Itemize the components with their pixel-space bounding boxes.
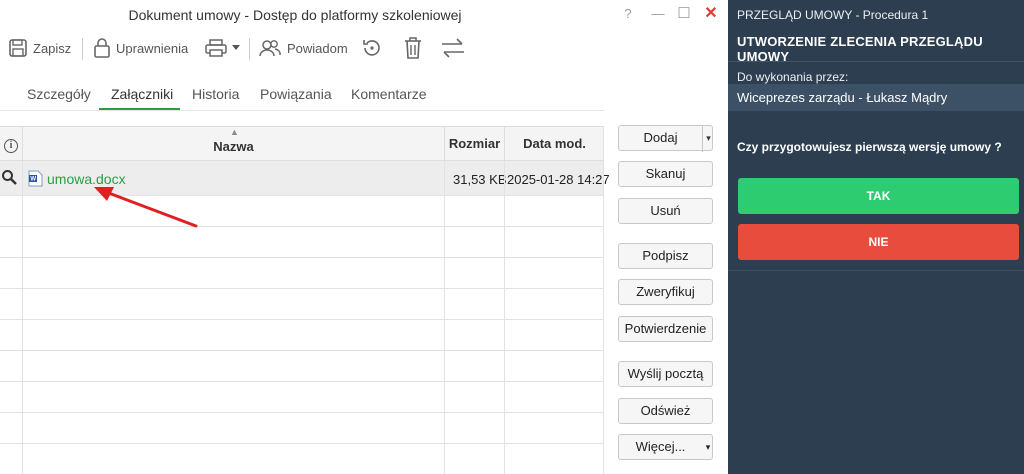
name-column-header[interactable]: ▲ Nazwa — [22, 127, 444, 161]
panel-divider — [728, 270, 1024, 271]
size-column-header[interactable]: Rozmiar — [444, 127, 504, 161]
procedure-header: PRZEGLĄD UMOWY - Procedura 1 — [737, 8, 929, 22]
tab-attachments[interactable]: Załączniki — [99, 80, 180, 110]
window-title: Dokument umowy - Dostęp do platformy szk… — [128, 7, 462, 23]
printer-icon — [204, 38, 228, 58]
column-divider — [22, 161, 23, 474]
tab-divider — [0, 110, 604, 111]
table-row — [0, 413, 604, 444]
procedure-step-title: UTWORZENIE ZLECENIA PRZEGLĄDU UMOWY — [737, 34, 983, 64]
tab-relations[interactable]: Powiązania — [260, 80, 332, 110]
table-row — [0, 258, 604, 289]
add-dropdown-toggle[interactable]: ▾ — [702, 126, 714, 152]
no-button[interactable]: NIE — [738, 224, 1019, 260]
save-label: Zapisz — [33, 40, 72, 56]
send-by-mail-button[interactable]: Wyślij pocztą — [618, 361, 713, 387]
trash-icon — [403, 36, 423, 60]
sign-button[interactable]: Podpisz — [618, 243, 713, 269]
more-button-label: Więcej... — [635, 439, 686, 454]
maximize-button[interactable]: ☐ — [674, 4, 694, 24]
info-icon: i — [4, 139, 18, 153]
close-button[interactable]: ✕ — [701, 4, 721, 24]
tab-details[interactable]: Szczegóły — [27, 80, 91, 110]
table-row — [0, 320, 604, 351]
print-button[interactable] — [204, 32, 240, 64]
transfer-button[interactable] — [440, 32, 466, 64]
permissions-label: Uprawnienia — [116, 40, 189, 56]
save-button[interactable]: Zapisz — [8, 32, 71, 64]
permissions-button[interactable]: Uprawnienia — [93, 32, 188, 64]
document-window: Dokument umowy - Dostęp do platformy szk… — [0, 0, 727, 474]
table-row — [0, 382, 604, 413]
history-revert-button[interactable] — [361, 32, 383, 64]
yes-button[interactable]: TAK — [738, 178, 1019, 214]
panel-divider — [728, 61, 1024, 62]
toolbar: Zapisz Uprawnienia Powiadom — [0, 30, 727, 66]
add-button-label: Dodaj — [643, 130, 678, 145]
procedure-panel: PRZEGLĄD UMOWY - Procedura 1 UTWORZENIE … — [728, 0, 1024, 474]
table-row — [0, 289, 604, 320]
file-size: 31,53 KB — [453, 172, 507, 187]
tab-bar: Szczegóły Załączniki Historia Powiązania… — [0, 80, 600, 110]
users-icon — [258, 38, 282, 58]
minimize-button[interactable]: — — [648, 4, 668, 24]
table-header: i ▲ Nazwa Rozmiar Data mod. — [0, 127, 604, 161]
table-border — [603, 127, 604, 474]
confirmation-button[interactable]: Potwierdzenie — [618, 316, 713, 342]
column-divider — [444, 161, 445, 474]
floppy-disk-icon — [8, 38, 28, 58]
assigned-to-field: Wiceprezes zarządu - Łukasz Mądry — [728, 84, 1024, 111]
lock-icon — [93, 37, 111, 59]
attachments-table: i ▲ Nazwa Rozmiar Data mod. W umowa.docx… — [0, 126, 610, 474]
tab-comments[interactable]: Komentarze — [351, 80, 426, 110]
swap-arrows-icon — [440, 37, 466, 59]
more-button[interactable]: Więcej... ▾ — [618, 434, 713, 460]
procedure-question: Czy przygotowujesz pierwszą wersję umowy… — [737, 140, 1002, 154]
verify-button[interactable]: Zweryfikuj — [618, 279, 713, 305]
preview-icon[interactable] — [1, 169, 17, 188]
notify-button[interactable]: Powiadom — [258, 32, 348, 64]
add-button[interactable]: Dodaj ▾ — [618, 125, 714, 152]
sort-ascending-icon: ▲ — [230, 127, 239, 137]
svg-text:W: W — [30, 177, 36, 183]
file-modified-date: 2025-01-28 14:27 — [507, 172, 610, 187]
scan-button[interactable]: Skanuj — [618, 161, 713, 187]
delete-document-button[interactable] — [403, 32, 423, 64]
chevron-down-icon — [232, 45, 240, 51]
title-bar: Dokument umowy - Dostęp do platformy szk… — [0, 0, 727, 28]
word-document-icon: W — [28, 170, 43, 190]
red-arrow-annotation — [94, 187, 198, 228]
notify-label: Powiadom — [287, 40, 348, 56]
delete-button[interactable]: Usuń — [618, 198, 713, 224]
assigned-label: Do wykonania przez: — [737, 70, 849, 84]
history-icon — [361, 37, 383, 59]
table-row — [0, 351, 604, 382]
chevron-down-icon: ▾ — [705, 442, 711, 452]
date-column-header[interactable]: Data mod. — [504, 127, 604, 161]
table-row — [0, 444, 604, 474]
tab-history[interactable]: Historia — [192, 80, 239, 110]
name-header-label: Nazwa — [213, 139, 254, 154]
info-column-header[interactable]: i — [0, 127, 22, 161]
help-button[interactable]: ? — [618, 4, 638, 24]
toolbar-divider — [82, 38, 83, 60]
refresh-button[interactable]: Odśwież — [618, 398, 713, 424]
toolbar-divider — [249, 38, 250, 60]
column-divider — [504, 161, 505, 474]
